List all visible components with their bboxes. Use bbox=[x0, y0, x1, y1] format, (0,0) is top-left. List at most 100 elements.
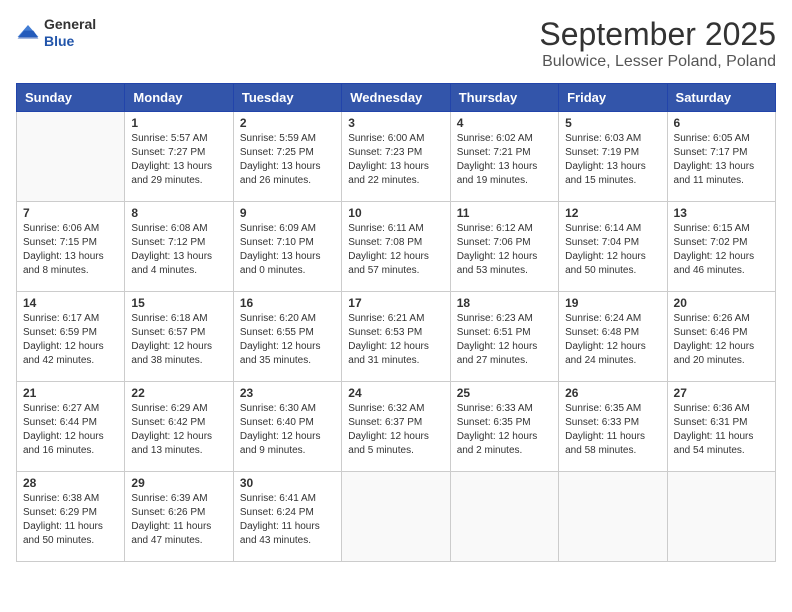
weekday-header: Wednesday bbox=[342, 84, 450, 112]
day-content: Sunrise: 6:39 AM Sunset: 6:26 PM Dayligh… bbox=[131, 492, 226, 548]
calendar-cell: 14 Sunrise: 6:17 AM Sunset: 6:59 PM Dayli… bbox=[17, 292, 125, 382]
day-content: Sunrise: 6:17 AM Sunset: 6:59 PM Dayligh… bbox=[23, 312, 118, 368]
calendar-cell: 27Sunrise: 6:36 AM Sunset: 6:31 PM Dayli… bbox=[667, 382, 775, 472]
day-content: Sunrise: 6:12 AM Sunset: 7:06 PM Dayligh… bbox=[457, 222, 552, 278]
day-content: Sunrise: 6:29 AM Sunset: 6:42 PM Dayligh… bbox=[131, 402, 226, 458]
calendar-cell: 30Sunrise: 6:41 AM Sunset: 6:24 PM Dayli… bbox=[233, 472, 341, 562]
calendar-cell: 24Sunrise: 6:32 AM Sunset: 6:37 PM Dayli… bbox=[342, 382, 450, 472]
calendar-cell: 8Sunrise: 6:08 AM Sunset: 7:12 PM Daylig… bbox=[125, 202, 233, 292]
day-content: Sunrise: 6:11 AM Sunset: 7:08 PM Dayligh… bbox=[348, 222, 443, 278]
day-content: Sunrise: 6:38 AM Sunset: 6:29 PM Dayligh… bbox=[23, 492, 118, 548]
calendar-cell: 12 Sunrise: 6:14 AM Sunset: 7:04 PM Dayli… bbox=[559, 202, 667, 292]
day-content: Sunrise: 6:03 AM Sunset: 7:19 PM Dayligh… bbox=[565, 132, 660, 188]
day-number: 6 bbox=[674, 116, 769, 130]
calendar-cell bbox=[667, 472, 775, 562]
day-number: 7 bbox=[23, 206, 118, 220]
calendar-cell bbox=[450, 472, 558, 562]
calendar-cell bbox=[17, 112, 125, 202]
day-number: 23 bbox=[240, 386, 335, 400]
calendar-cell: 18 Sunrise: 6:23 AM Sunset: 6:51 PM Dayli… bbox=[450, 292, 558, 382]
calendar-cell: 15 Sunrise: 6:18 AM Sunset: 6:57 PM Dayli… bbox=[125, 292, 233, 382]
calendar-cell: 13 Sunrise: 6:15 AM Sunset: 7:02 PM Dayli… bbox=[667, 202, 775, 292]
location-subtitle: Bulowice, Lesser Poland, Poland bbox=[539, 53, 776, 71]
week-row: 14 Sunrise: 6:17 AM Sunset: 6:59 PM Dayli… bbox=[17, 292, 776, 382]
week-row: 28Sunrise: 6:38 AM Sunset: 6:29 PM Dayli… bbox=[17, 472, 776, 562]
calendar-cell: 20 Sunrise: 6:26 AM Sunset: 6:46 PM Dayli… bbox=[667, 292, 775, 382]
page-header: General Blue September 2025 Bulowice, Le… bbox=[16, 16, 776, 71]
day-number: 13 bbox=[674, 206, 769, 220]
day-content: Sunrise: 6:24 AM Sunset: 6:48 PM Dayligh… bbox=[565, 312, 660, 368]
day-content: Sunrise: 6:02 AM Sunset: 7:21 PM Dayligh… bbox=[457, 132, 552, 188]
day-content: Sunrise: 6:21 AM Sunset: 6:53 PM Dayligh… bbox=[348, 312, 443, 368]
logo-icon bbox=[16, 21, 40, 45]
logo-text: General Blue bbox=[44, 16, 96, 50]
day-number: 1 bbox=[131, 116, 226, 130]
weekday-header: Friday bbox=[559, 84, 667, 112]
calendar-cell bbox=[559, 472, 667, 562]
week-row: 1 Sunrise: 5:57 AM Sunset: 7:27 PM Daylig… bbox=[17, 112, 776, 202]
day-content: Sunrise: 6:32 AM Sunset: 6:37 PM Dayligh… bbox=[348, 402, 443, 458]
day-content: Sunrise: 6:35 AM Sunset: 6:33 PM Dayligh… bbox=[565, 402, 660, 458]
day-number: 3 bbox=[348, 116, 443, 130]
weekday-header: Thursday bbox=[450, 84, 558, 112]
calendar-cell: 7 Sunrise: 6:06 AM Sunset: 7:15 PM Daylig… bbox=[17, 202, 125, 292]
day-number: 16 bbox=[240, 296, 335, 310]
day-content: Sunrise: 6:30 AM Sunset: 6:40 PM Dayligh… bbox=[240, 402, 335, 458]
day-number: 5 bbox=[565, 116, 660, 130]
calendar-cell: 29 Sunrise: 6:39 AM Sunset: 6:26 PM Dayli… bbox=[125, 472, 233, 562]
day-content: Sunrise: 6:20 AM Sunset: 6:55 PM Dayligh… bbox=[240, 312, 335, 368]
day-content: Sunrise: 5:57 AM Sunset: 7:27 PM Dayligh… bbox=[131, 132, 226, 188]
day-content: Sunrise: 6:33 AM Sunset: 6:35 PM Dayligh… bbox=[457, 402, 552, 458]
calendar-cell: 25 Sunrise: 6:33 AM Sunset: 6:35 PM Dayli… bbox=[450, 382, 558, 472]
week-row: 7 Sunrise: 6:06 AM Sunset: 7:15 PM Daylig… bbox=[17, 202, 776, 292]
calendar-cell: 19 Sunrise: 6:24 AM Sunset: 6:48 PM Dayli… bbox=[559, 292, 667, 382]
day-content: Sunrise: 6:18 AM Sunset: 6:57 PM Dayligh… bbox=[131, 312, 226, 368]
day-number: 25 bbox=[457, 386, 552, 400]
day-content: Sunrise: 6:15 AM Sunset: 7:02 PM Dayligh… bbox=[674, 222, 769, 278]
day-number: 8 bbox=[131, 206, 226, 220]
calendar-cell: 5 Sunrise: 6:03 AM Sunset: 7:19 PM Daylig… bbox=[559, 112, 667, 202]
calendar-cell: 21 Sunrise: 6:27 AM Sunset: 6:44 PM Dayli… bbox=[17, 382, 125, 472]
day-number: 18 bbox=[457, 296, 552, 310]
day-number: 19 bbox=[565, 296, 660, 310]
calendar-cell bbox=[342, 472, 450, 562]
day-number: 29 bbox=[131, 476, 226, 490]
calendar-cell: 26 Sunrise: 6:35 AM Sunset: 6:33 PM Dayli… bbox=[559, 382, 667, 472]
day-content: Sunrise: 6:00 AM Sunset: 7:23 PM Dayligh… bbox=[348, 132, 443, 188]
calendar-cell: 10Sunrise: 6:11 AM Sunset: 7:08 PM Dayli… bbox=[342, 202, 450, 292]
day-number: 17 bbox=[348, 296, 443, 310]
day-content: Sunrise: 6:23 AM Sunset: 6:51 PM Dayligh… bbox=[457, 312, 552, 368]
logo-line2: Blue bbox=[44, 33, 96, 50]
day-content: Sunrise: 6:06 AM Sunset: 7:15 PM Dayligh… bbox=[23, 222, 118, 278]
weekday-header: Tuesday bbox=[233, 84, 341, 112]
day-content: Sunrise: 6:26 AM Sunset: 6:46 PM Dayligh… bbox=[674, 312, 769, 368]
day-number: 15 bbox=[131, 296, 226, 310]
weekday-header-row: SundayMondayTuesdayWednesdayThursdayFrid… bbox=[17, 84, 776, 112]
title-block: September 2025 Bulowice, Lesser Poland, … bbox=[539, 16, 776, 71]
weekday-header: Sunday bbox=[17, 84, 125, 112]
calendar-cell: 28Sunrise: 6:38 AM Sunset: 6:29 PM Dayli… bbox=[17, 472, 125, 562]
day-number: 26 bbox=[565, 386, 660, 400]
calendar-cell: 4 Sunrise: 6:02 AM Sunset: 7:21 PM Daylig… bbox=[450, 112, 558, 202]
calendar-cell: 23 Sunrise: 6:30 AM Sunset: 6:40 PM Dayli… bbox=[233, 382, 341, 472]
day-content: Sunrise: 6:14 AM Sunset: 7:04 PM Dayligh… bbox=[565, 222, 660, 278]
day-number: 4 bbox=[457, 116, 552, 130]
day-number: 20 bbox=[674, 296, 769, 310]
day-number: 12 bbox=[565, 206, 660, 220]
calendar-cell: 9Sunrise: 6:09 AM Sunset: 7:10 PM Daylig… bbox=[233, 202, 341, 292]
calendar-cell: 22Sunrise: 6:29 AM Sunset: 6:42 PM Dayli… bbox=[125, 382, 233, 472]
day-content: Sunrise: 6:09 AM Sunset: 7:10 PM Dayligh… bbox=[240, 222, 335, 278]
logo: General Blue bbox=[16, 16, 96, 50]
day-number: 14 bbox=[23, 296, 118, 310]
day-content: Sunrise: 6:27 AM Sunset: 6:44 PM Dayligh… bbox=[23, 402, 118, 458]
calendar-cell: 6 Sunrise: 6:05 AM Sunset: 7:17 PM Daylig… bbox=[667, 112, 775, 202]
calendar-cell: 2Sunrise: 5:59 AM Sunset: 7:25 PM Daylig… bbox=[233, 112, 341, 202]
day-content: Sunrise: 6:05 AM Sunset: 7:17 PM Dayligh… bbox=[674, 132, 769, 188]
calendar-cell: 11 Sunrise: 6:12 AM Sunset: 7:06 PM Dayli… bbox=[450, 202, 558, 292]
calendar-table: SundayMondayTuesdayWednesdayThursdayFrid… bbox=[16, 83, 776, 562]
month-title: September 2025 bbox=[539, 16, 776, 53]
day-content: Sunrise: 6:36 AM Sunset: 6:31 PM Dayligh… bbox=[674, 402, 769, 458]
day-number: 21 bbox=[23, 386, 118, 400]
day-number: 11 bbox=[457, 206, 552, 220]
calendar-cell: 1 Sunrise: 5:57 AM Sunset: 7:27 PM Daylig… bbox=[125, 112, 233, 202]
